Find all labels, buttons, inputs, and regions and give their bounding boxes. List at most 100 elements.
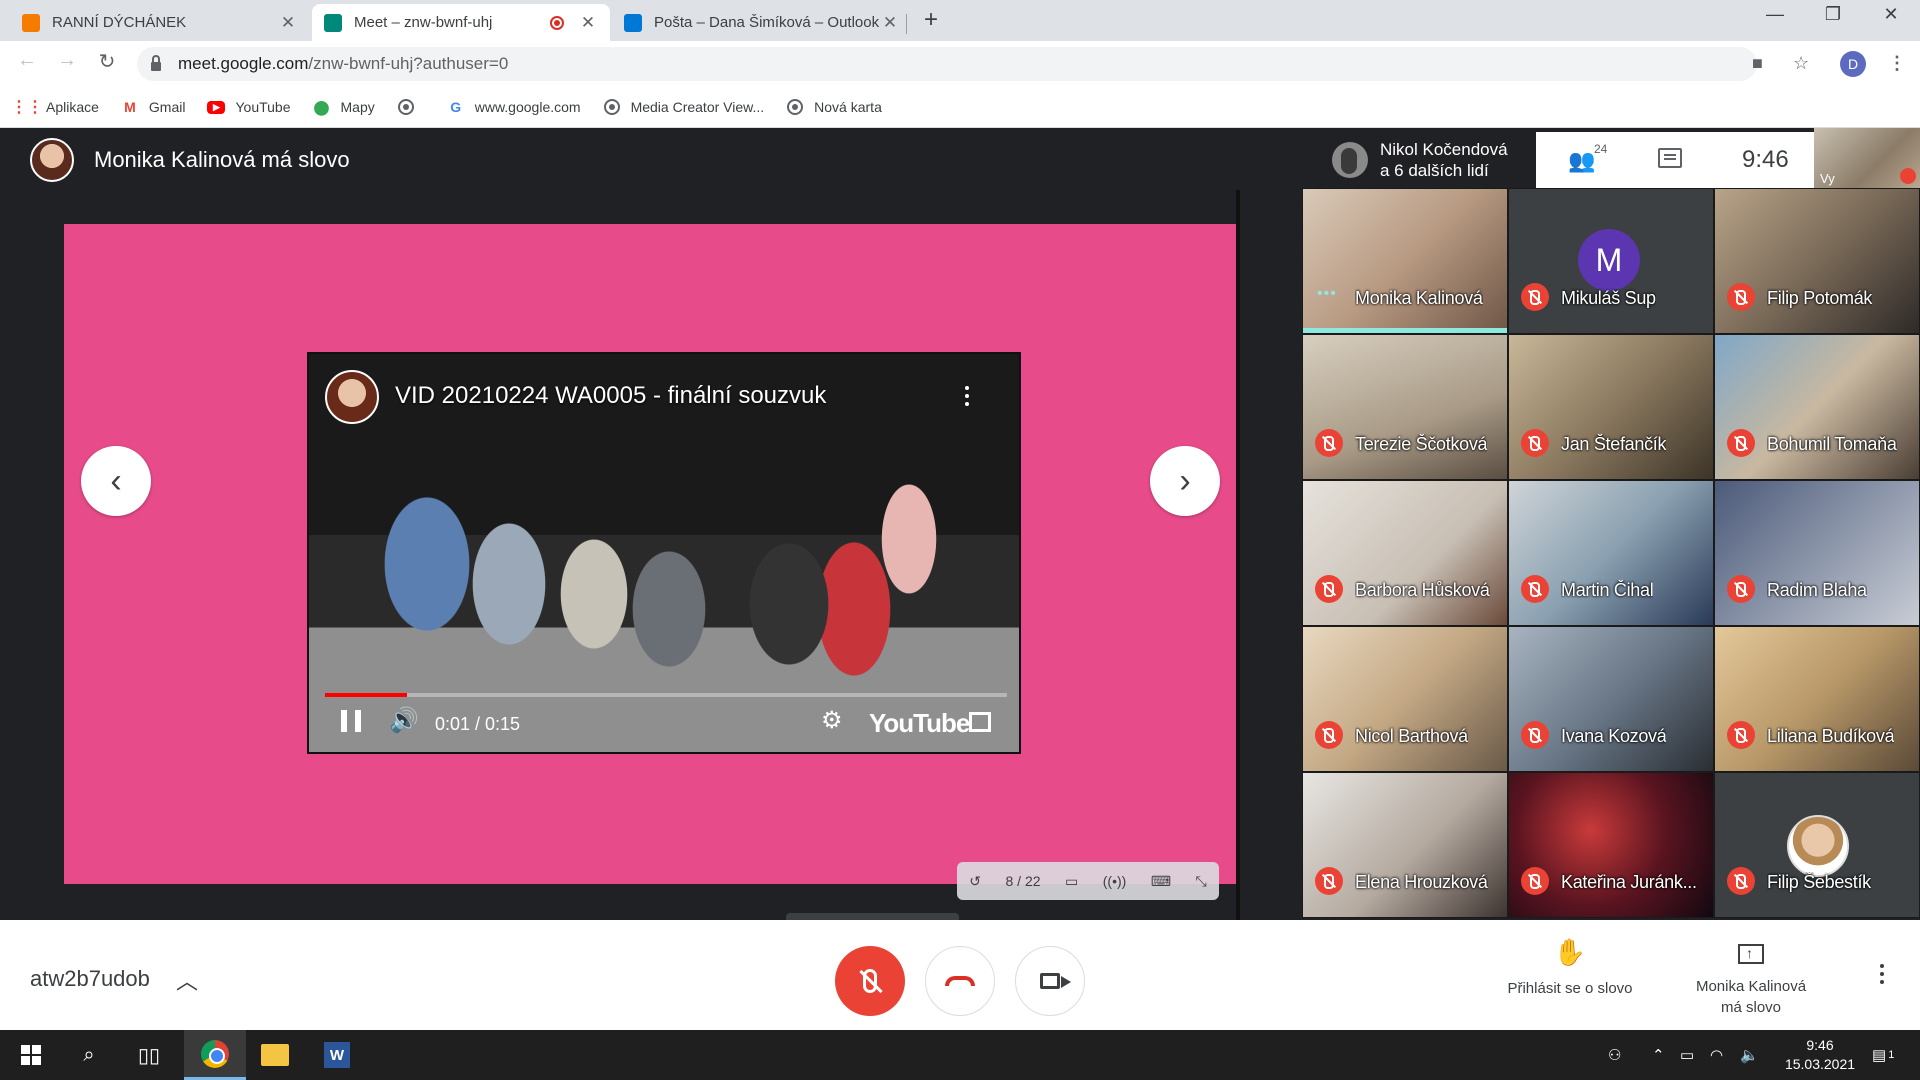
minimize-button[interactable]: — <box>1752 4 1798 25</box>
participant-tile[interactable]: Bohumil Tomaňa <box>1714 334 1920 480</box>
notifications-icon[interactable]: ▤ 1 <box>1872 1030 1894 1080</box>
gear-icon[interactable]: ⚙ <box>821 706 843 735</box>
close-icon[interactable]: ✕ <box>578 13 598 33</box>
participant-tile[interactable]: Terezie Ščotková <box>1302 334 1508 480</box>
participant-tile[interactable]: Ivana Kozová <box>1508 626 1714 772</box>
pause-icon[interactable] <box>341 710 361 732</box>
forward-button[interactable]: → <box>52 49 82 72</box>
meet-favicon-icon <box>324 13 342 32</box>
bookmark-google[interactable]: G www.google.com <box>447 98 580 116</box>
fullscreen-icon[interactable] <box>969 712 991 732</box>
search-icon[interactable]: ⌕ <box>58 1030 120 1080</box>
microphone-button[interactable] <box>835 946 905 1016</box>
participant-name: Martin Čihal <box>1561 580 1654 600</box>
participant-tile[interactable]: Nicol Barthová <box>1302 626 1508 772</box>
exit-fullscreen-icon[interactable]: ⤡ <box>1196 873 1207 890</box>
participant-tile[interactable]: Liliana Budíková <box>1714 626 1920 772</box>
close-icon[interactable]: ✕ <box>880 13 900 33</box>
new-tab-button[interactable]: + <box>924 6 938 34</box>
tab-meet[interactable]: Meet – znw-bwnf-uhj ✕ <box>312 4 610 41</box>
bookmark-nova-karta[interactable]: Nová karta <box>786 98 882 116</box>
file-explorer-taskbar-icon[interactable] <box>244 1030 306 1080</box>
pinned-participants[interactable]: Nikol Kočendová a 6 dalších lidí <box>1322 132 1536 188</box>
next-slide-button[interactable]: › <box>1150 446 1220 516</box>
start-button[interactable] <box>0 1030 62 1080</box>
mic-off-icon <box>1521 867 1549 895</box>
participant-tile[interactable]: Jan Štefančík <box>1508 334 1714 480</box>
tab-outlook[interactable]: Pošta – Dana Šimíková – Outlook ✕ <box>612 4 912 41</box>
speaker-icon[interactable]: 🔈 <box>1740 1030 1759 1080</box>
volume-icon[interactable]: 🔊 <box>389 706 419 735</box>
tab-bar: RANNÍ DÝCHÁNEK ✕ Meet – znw-bwnf-uhj ✕ P… <box>0 0 1920 41</box>
participant-tile[interactable]: Kateřina Juránk... <box>1508 772 1714 918</box>
word-taskbar-icon[interactable]: W <box>306 1030 368 1080</box>
participant-tile[interactable]: Martin Čihal <box>1508 480 1714 626</box>
participant-tile[interactable]: Barbora Hůsková <box>1302 480 1508 626</box>
restore-button[interactable]: ❐ <box>1810 4 1856 25</box>
bookmark-gmail[interactable]: M Gmail <box>121 98 185 116</box>
people-icon[interactable]: 👥 <box>1568 148 1595 174</box>
chevron-up-icon[interactable]: ⌃ <box>1652 1030 1665 1080</box>
participant-tile[interactable]: Filip Potomák <box>1714 188 1920 334</box>
self-view[interactable]: Vy <box>1814 128 1920 188</box>
mic-off-icon <box>1727 283 1755 311</box>
meeting-details-button[interactable]: atw2b7udob <box>30 966 150 992</box>
google-icon: G <box>450 99 462 115</box>
url-field[interactable]: meet.google.com/znw-bwnf-uhj?authuser=0 <box>137 47 1757 81</box>
address-bar: ← → ↻ meet.google.com/znw-bwnf-uhj?authu… <box>0 41 1920 87</box>
raise-hand-button[interactable]: ✋ Přihlásit se o slovo <box>1490 939 1650 999</box>
chevron-up-icon[interactable]: ︿ <box>176 964 198 996</box>
chrome-taskbar-icon[interactable] <box>184 1030 246 1080</box>
participant-tile[interactable]: M Mikuláš Sup <box>1508 188 1714 334</box>
previous-slide-button[interactable]: ‹ <box>81 446 151 516</box>
wifi-icon[interactable]: ◠ <box>1710 1030 1723 1080</box>
participant-tile[interactable]: Radim Blaha <box>1714 480 1920 626</box>
camera-button[interactable] <box>1015 946 1085 1016</box>
profile-avatar[interactable]: D <box>1840 51 1866 77</box>
bookmark-mapy[interactable]: ⬤ Mapy <box>313 98 375 116</box>
presenting-button[interactable]: Monika Kalinová má slovo <box>1676 942 1826 1018</box>
tab-ranni-dychanek[interactable]: RANNÍ DÝCHÁNEK ✕ <box>10 4 310 41</box>
video-time: 0:01 / 0:15 <box>435 714 521 734</box>
youtube-logo[interactable]: YouTube <box>869 708 970 739</box>
bookmark-apps[interactable]: ⋮⋮ Aplikace <box>11 98 99 116</box>
mic-off-icon <box>1315 721 1343 749</box>
video-title[interactable]: VID 20210224 WA0005 - finální souzvuk <box>395 382 826 410</box>
channel-avatar[interactable] <box>325 370 379 424</box>
more-icon[interactable] <box>965 386 969 390</box>
broadcast-icon[interactable]: ((•)) <box>1103 873 1127 889</box>
tab-divider <box>906 14 907 34</box>
participant-tile[interactable]: Elena Hrouzková <box>1302 772 1508 918</box>
people-tray-icon[interactable]: ⚇ <box>1608 1030 1621 1080</box>
maps-pin-icon: ⬤ <box>313 98 330 115</box>
leave-call-button[interactable] <box>925 946 995 1016</box>
participant-tile[interactable]: ••• Monika Kalinová <box>1302 188 1508 334</box>
others-line1: Nikol Kočendová <box>1380 140 1508 159</box>
bookmark-globe[interactable] <box>397 98 425 116</box>
captions-icon[interactable]: ▭ <box>1065 873 1078 890</box>
chat-icon[interactable] <box>1658 148 1682 168</box>
gmail-icon: M <box>124 99 136 115</box>
embedded-video[interactable]: VID 20210224 WA0005 - finální souzvuk 🔊 … <box>307 352 1021 754</box>
video-progress-bar[interactable] <box>325 693 1007 697</box>
restart-icon[interactable]: ↺ <box>969 873 981 890</box>
menu-icon[interactable]: ⋮ <box>1888 53 1906 74</box>
star-icon[interactable]: ☆ <box>1793 53 1809 74</box>
bookmark-media-creator[interactable]: Media Creator View... <box>603 98 764 116</box>
participant-tile[interactable]: Filip Šebestík <box>1714 772 1920 918</box>
system-clock[interactable]: 9:46 15.03.2021 <box>1778 1036 1862 1074</box>
reload-button[interactable]: ↻ <box>92 49 122 74</box>
participant-name: Nicol Barthová <box>1355 726 1468 746</box>
back-button[interactable]: ← <box>12 49 42 72</box>
camera-icon[interactable]: ■ <box>1752 53 1763 74</box>
close-icon[interactable]: ✕ <box>278 13 298 33</box>
close-window-button[interactable]: ✕ <box>1868 4 1914 25</box>
task-view-icon[interactable]: ▯▯ <box>118 1030 180 1080</box>
keyboard-icon[interactable]: ⌨ <box>1151 873 1171 890</box>
mic-off-icon <box>1315 867 1343 895</box>
presentation-slide: VID 20210224 WA0005 - finální souzvuk 🔊 … <box>64 224 1236 884</box>
more-options-icon[interactable] <box>1880 964 1884 968</box>
meeting-controls: 👥 24 9:46 <box>1536 132 1814 188</box>
bookmark-youtube[interactable]: ▶ YouTube <box>207 99 291 115</box>
battery-icon[interactable]: ▭ <box>1680 1030 1694 1080</box>
